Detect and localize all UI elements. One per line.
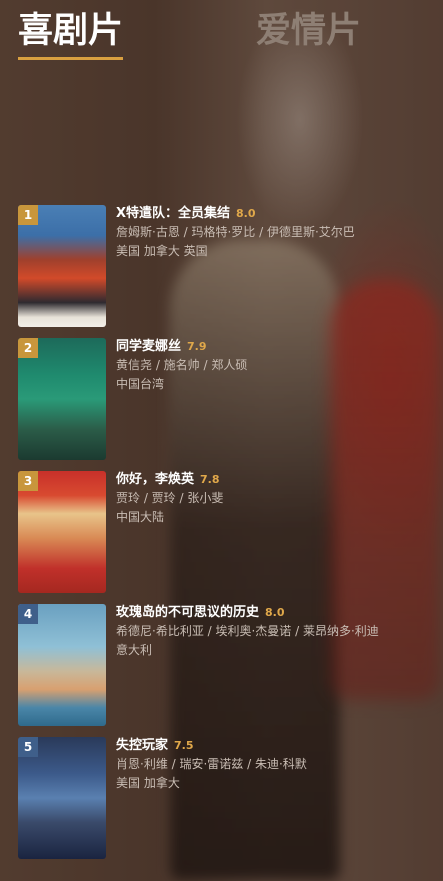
movie-score: 8.0 [265, 606, 285, 619]
rank-badge: 3 [18, 471, 38, 491]
movie-cast: 詹姆斯·古恩 / 玛格特·罗比 / 伊德里斯·艾尔巴 [116, 225, 355, 239]
tab-romance[interactable]: 爱情片 [256, 8, 361, 54]
movie-title[interactable]: 玫瑰岛的不可思议的历史 [116, 605, 259, 620]
movie-poster[interactable]: 5 [18, 737, 106, 859]
movie-cast: 肖恩·利维 / 瑞安·雷诺兹 / 朱迪·科默 [116, 757, 307, 771]
list-item[interactable]: 4 玫瑰岛的不可思议的历史 8.0 希德尼·希比利亚 / 埃利奥·杰曼诺 / 莱昂… [18, 604, 438, 737]
movie-score: 7.5 [174, 739, 194, 752]
movie-poster[interactable]: 4 [18, 604, 106, 726]
movie-cast: 希德尼·希比利亚 / 埃利奥·杰曼诺 / 莱昂纳多·利迪 [116, 624, 379, 638]
rank-badge: 4 [18, 604, 38, 624]
list-item[interactable]: 2 同学麦娜丝 7.9 黄信尧 / 施名帅 / 郑人硕 中国台湾 [18, 338, 438, 471]
movie-region: 中国大陆 [116, 510, 165, 524]
movie-title[interactable]: 同学麦娜丝 [116, 339, 181, 354]
movie-score: 8.0 [236, 207, 256, 220]
rank-badge: 1 [18, 205, 38, 225]
genre-tabs: 喜剧片 爱情片 [18, 8, 443, 60]
movie-poster[interactable]: 2 [18, 338, 106, 460]
rank-badge: 2 [18, 338, 38, 358]
list-item[interactable]: 5 失控玩家 7.5 肖恩·利维 / 瑞安·雷诺兹 / 朱迪·科默 美国 加拿大 [18, 737, 438, 870]
movie-poster[interactable]: 1 [18, 205, 106, 327]
movie-region: 中国台湾 [116, 377, 165, 391]
rank-badge: 5 [18, 737, 38, 757]
list-item[interactable]: 1 X特遣队：全员集结 8.0 詹姆斯·古恩 / 玛格特·罗比 / 伊德里斯·艾尔… [18, 205, 438, 338]
movie-score: 7.8 [200, 473, 220, 486]
movie-region: 美国 加拿大 英国 [116, 244, 208, 258]
movie-poster[interactable]: 3 [18, 471, 106, 593]
tab-comedy[interactable]: 喜剧片 [18, 8, 124, 60]
movie-cast: 黄信尧 / 施名帅 / 郑人硕 [116, 358, 248, 372]
movie-title[interactable]: 你好，李焕英 [116, 472, 194, 487]
movie-region: 美国 加拿大 [116, 776, 180, 790]
movie-region: 意大利 [116, 643, 153, 657]
list-item[interactable]: 3 你好，李焕英 7.8 贾玲 / 贾玲 / 张小斐 中国大陆 [18, 471, 438, 604]
movie-title[interactable]: 失控玩家 [116, 738, 168, 753]
movie-cast: 贾玲 / 贾玲 / 张小斐 [116, 491, 224, 505]
movie-list: 1 X特遣队：全员集结 8.0 詹姆斯·古恩 / 玛格特·罗比 / 伊德里斯·艾尔… [18, 205, 438, 870]
movie-title[interactable]: X特遣队：全员集结 [116, 206, 230, 221]
movie-score: 7.9 [187, 340, 207, 353]
